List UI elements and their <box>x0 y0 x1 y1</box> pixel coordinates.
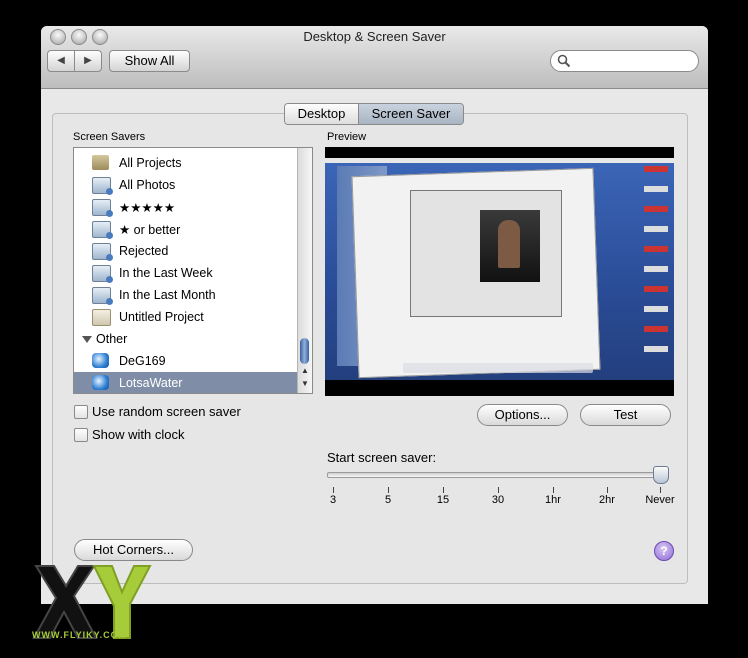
list-item[interactable]: ★ or better <box>74 218 297 240</box>
show-with-clock-label: Show with clock <box>92 427 185 442</box>
list-item[interactable]: Rejected <box>74 240 297 262</box>
list-item[interactable]: All Projects <box>74 152 297 174</box>
list-item-label: ★★★★★ <box>119 201 176 215</box>
back-forward-control: ◀ ▶ <box>47 50 102 72</box>
search-input[interactable] <box>575 53 695 69</box>
screen-savers-heading: Screen Savers <box>73 131 146 143</box>
photo-album-icon <box>92 287 113 305</box>
random-screen-saver-checkbox[interactable] <box>74 405 88 419</box>
tick-label: Never <box>645 494 675 506</box>
back-arrow-icon[interactable]: ◀ <box>48 51 75 71</box>
tick-label: 3 <box>329 494 337 506</box>
disclosure-triangle-icon[interactable] <box>82 336 92 343</box>
scroll-down-arrow-icon[interactable]: ▼ <box>301 379 309 388</box>
list-item-selected[interactable]: LotsaWater <box>74 372 297 393</box>
tick-label: 30 <box>491 494 505 506</box>
hot-corners-button[interactable]: Hot Corners... <box>74 539 193 561</box>
list-item[interactable]: All Photos <box>74 174 297 196</box>
preview-area <box>325 147 674 396</box>
list-item[interactable]: ★★★★★ <box>74 196 297 218</box>
options-button[interactable]: Options... <box>477 404 568 426</box>
list-item-label: DeG169 <box>119 354 166 368</box>
swirl-icon <box>92 375 109 390</box>
preview-screenshot <box>325 158 674 380</box>
list-item-label: In the Last Week <box>119 266 213 280</box>
folder-icon <box>92 155 109 170</box>
swirl-icon <box>92 353 109 368</box>
tab-bar: Desktop Screen Saver <box>284 103 464 125</box>
list-item[interactable]: In the Last Week <box>74 262 297 284</box>
slider-knob[interactable] <box>653 466 669 484</box>
list-item-label: In the Last Month <box>119 288 216 302</box>
search-field[interactable] <box>550 50 699 72</box>
tab-desktop[interactable]: Desktop <box>285 104 359 124</box>
search-icon <box>557 54 571 68</box>
tick-label: 15 <box>436 494 450 506</box>
start-screen-saver-label: Start screen saver: <box>327 450 437 465</box>
photo-album-icon <box>92 221 113 239</box>
group-other[interactable]: Other <box>74 328 297 350</box>
project-icon <box>92 309 111 326</box>
tick-label: 1hr <box>545 494 561 506</box>
list-item[interactable]: Untitled Project <box>74 306 297 328</box>
tab-screen-saver[interactable]: Screen Saver <box>359 104 463 124</box>
screen-saver-list[interactable]: All Projects All Photos ★★★★★ ★ or bette… <box>73 147 313 394</box>
title-bar: Desktop & Screen Saver ◀ ▶ Show All <box>41 26 708 89</box>
preview-heading: Preview <box>327 131 367 143</box>
random-screen-saver-label: Use random screen saver <box>92 404 241 419</box>
tick-label: 2hr <box>599 494 615 506</box>
start-screen-saver-slider[interactable] <box>327 472 663 478</box>
show-all-button[interactable]: Show All <box>109 50 190 72</box>
list-item-label: All Projects <box>119 156 182 170</box>
test-button[interactable]: Test <box>580 404 671 426</box>
photo-album-icon <box>92 199 113 217</box>
photo-album-icon <box>92 177 113 195</box>
list-item-label: All Photos <box>119 178 176 192</box>
list-item[interactable]: In the Last Month <box>74 284 297 306</box>
list-item-label: Untitled Project <box>119 310 204 324</box>
help-button[interactable]: ? <box>654 541 674 561</box>
photo-album-icon <box>92 243 113 261</box>
watermark-url: WWW.FLYIKY.COM <box>32 630 128 640</box>
list-item[interactable]: DeG169 <box>74 350 297 372</box>
list-item-label: LotsaWater <box>119 376 183 390</box>
list-item-label: Rejected <box>119 244 169 258</box>
scroll-up-arrow-icon[interactable]: ▲ <box>301 366 309 375</box>
list-scrollbar[interactable]: ▲ ▼ <box>297 148 312 393</box>
group-label: Other <box>96 332 128 346</box>
show-with-clock-checkbox[interactable] <box>74 428 88 442</box>
window-title: Desktop & Screen Saver <box>303 29 446 44</box>
photo-album-icon <box>92 265 113 283</box>
forward-arrow-icon[interactable]: ▶ <box>75 51 101 71</box>
list-item-label: ★ or better <box>119 223 181 237</box>
tick-label: 5 <box>384 494 392 506</box>
scroll-thumb[interactable] <box>300 338 309 364</box>
